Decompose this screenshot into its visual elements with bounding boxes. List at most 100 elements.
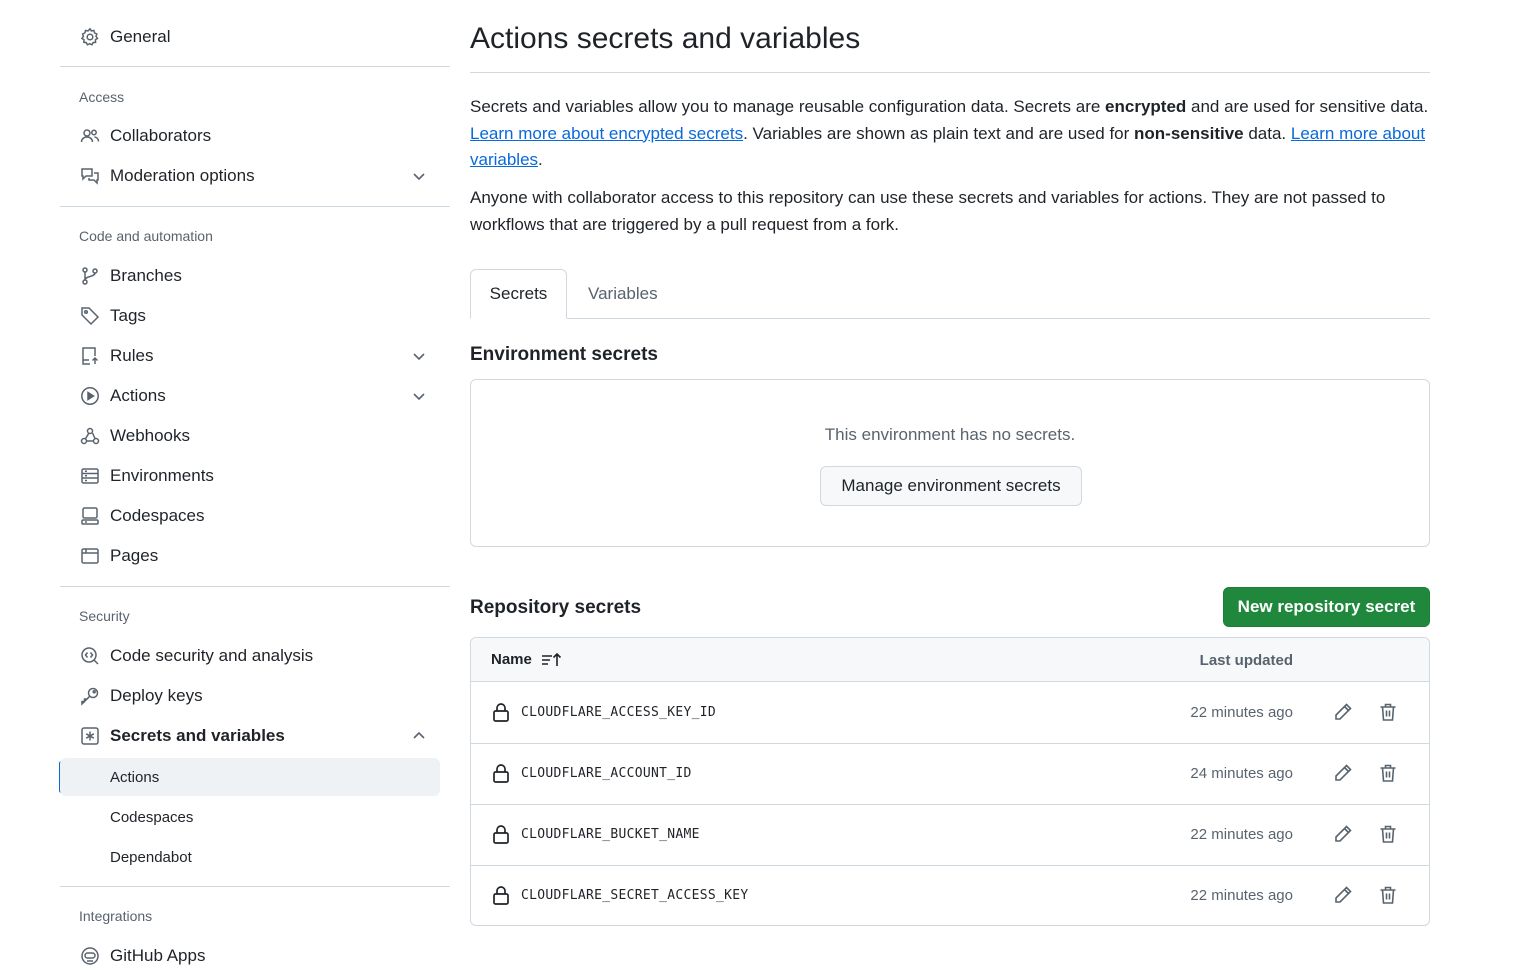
sidebar-item-label: Webhooks <box>110 426 191 445</box>
secret-name: CLOUDFLARE_SECRET_ACCESS_KEY <box>521 888 749 903</box>
sidebar-item-tags[interactable]: Tags <box>60 296 440 336</box>
sidebar-item-pages[interactable]: Pages <box>60 536 440 576</box>
gear-icon <box>79 26 101 48</box>
lock-icon <box>492 824 510 844</box>
sidebar-item-webhooks[interactable]: Webhooks <box>60 416 440 456</box>
sidebar-group-title: Security <box>79 608 130 624</box>
sidebar-item-label: Tags <box>110 306 146 325</box>
sidebar-item-label: Collaborators <box>110 126 212 145</box>
lock-icon <box>492 885 510 905</box>
page-title: Actions secrets and variables <box>470 22 861 55</box>
sidebar-item-label: Actions <box>110 386 166 405</box>
sort-asc-icon <box>532 652 563 668</box>
lock-icon <box>492 702 510 722</box>
title-divider <box>470 72 1430 73</box>
description-secrets: Secrets and variables allow you to manag… <box>470 94 1430 174</box>
pencil-icon[interactable] <box>1333 885 1353 905</box>
description-access: Anyone with collaborator access to this … <box>470 188 1386 234</box>
sidebar-item-label: Moderation options <box>110 166 255 185</box>
chevron-down-icon[interactable] <box>410 387 428 405</box>
hubot-icon <box>79 945 101 967</box>
table-row: CLOUDFLARE_SECRET_ACCESS_KEY 22 minutes a… <box>471 866 1429 925</box>
table-header: Name Last updated <box>471 638 1429 682</box>
asterisk-box-icon <box>79 725 101 747</box>
sidebar-group-title: Code and automation <box>79 228 213 244</box>
secret-last-updated: 22 minutes ago <box>1190 887 1293 904</box>
play-icon <box>79 385 101 407</box>
trash-icon[interactable] <box>1379 885 1397 905</box>
sidebar-group-title: Access <box>79 89 125 105</box>
sidebar-item-label: Environments <box>110 466 214 485</box>
sidebar-item-rules[interactable]: Rules <box>60 336 440 376</box>
secret-name: CLOUDFLARE_ACCOUNT_ID <box>521 766 692 781</box>
sidebar-item-label: Codespaces <box>110 506 205 525</box>
learn-more-secrets-link[interactable]: Learn more about encrypted secrets <box>470 124 743 143</box>
trash-icon[interactable] <box>1379 824 1397 844</box>
lock-icon <box>492 763 510 783</box>
sidebar-item-secrets-variables[interactable]: Secrets and variables <box>60 716 440 756</box>
repository-secrets-table: Name Last updated CLOUDFLARE_ACCESS_KEY_… <box>470 637 1430 926</box>
secret-name: CLOUDFLARE_ACCESS_KEY_ID <box>521 705 717 720</box>
sidebar-item-code-security[interactable]: Code security and analysis <box>60 636 440 676</box>
repo-push-icon <box>79 345 101 367</box>
sidebar-divider <box>60 66 450 67</box>
sidebar-item-label: Branches <box>110 266 182 285</box>
sidebar-item-label: General <box>110 27 171 46</box>
sidebar-item-github-apps[interactable]: GitHub Apps <box>60 936 440 967</box>
sidebar-item-label: Code security and analysis <box>110 646 314 665</box>
sidebar-item-general[interactable]: General <box>60 17 440 57</box>
tab-variables[interactable]: Variables <box>588 269 658 319</box>
trash-icon[interactable] <box>1379 702 1397 722</box>
desc-text: . <box>538 150 543 169</box>
environment-secrets-title: Environment secrets <box>470 344 658 365</box>
browser-icon <box>79 545 101 567</box>
chevron-up-icon[interactable] <box>410 727 428 745</box>
people-icon <box>79 125 101 147</box>
sidebar-item-codespaces[interactable]: Codespaces <box>60 496 440 536</box>
webhook-icon <box>79 425 101 447</box>
sidebar-item-branches[interactable]: Branches <box>60 256 440 296</box>
sidebar-item-label: Rules <box>110 346 154 365</box>
sidebar-item-collaborators[interactable]: Collaborators <box>60 116 440 156</box>
pencil-icon[interactable] <box>1333 824 1353 844</box>
sidebar-subitem-dependabot[interactable]: Dependabot <box>60 838 440 876</box>
table-row: CLOUDFLARE_BUCKET_NAME 22 minutes ago <box>471 805 1429 866</box>
sidebar-item-environments[interactable]: Environments <box>60 456 440 496</box>
pencil-icon[interactable] <box>1333 702 1353 722</box>
new-repository-secret-button[interactable]: New repository secret <box>1223 587 1430 627</box>
pencil-icon[interactable] <box>1333 763 1353 783</box>
secret-last-updated: 22 minutes ago <box>1190 704 1293 721</box>
codescan-icon <box>79 645 101 667</box>
comment-discussion-icon <box>79 165 101 187</box>
tab-secrets[interactable]: Secrets <box>470 269 567 319</box>
chevron-down-icon[interactable] <box>410 167 428 185</box>
table-row: CLOUDFLARE_ACCOUNT_ID 24 minutes ago <box>471 744 1429 805</box>
desc-text: . Variables are shown as plain text and … <box>743 123 1135 143</box>
last-updated-column-header: Last updated <box>1199 652 1293 669</box>
sidebar-item-moderation[interactable]: Moderation options <box>60 156 440 196</box>
settings-sidebar: General Access Collaborators Moderation … <box>59 0 450 967</box>
column-label: Name <box>491 651 532 668</box>
desc-bold: encrypted <box>1105 97 1187 116</box>
repository-secrets-title: Repository secrets <box>470 597 642 618</box>
sidebar-item-label: Secrets and variables <box>110 726 285 745</box>
name-column-header[interactable]: Name <box>491 651 563 668</box>
git-branch-icon <box>79 265 101 287</box>
desc-text: and are used for sensitive data. <box>1186 97 1429 116</box>
environment-secrets-box: This environment has no secrets. Manage … <box>470 379 1430 547</box>
empty-state-message: This environment has no secrets. <box>824 425 1076 444</box>
sidebar-subitem-actions[interactable]: Actions <box>60 758 440 796</box>
tag-icon <box>79 305 101 327</box>
secret-last-updated: 22 minutes ago <box>1190 826 1293 843</box>
sidebar-item-deploy-keys[interactable]: Deploy keys <box>60 676 440 716</box>
chevron-down-icon[interactable] <box>410 347 428 365</box>
secret-name: CLOUDFLARE_BUCKET_NAME <box>521 827 700 842</box>
sidebar-item-actions[interactable]: Actions <box>60 376 440 416</box>
sidebar-subitem-codespaces[interactable]: Codespaces <box>60 798 440 836</box>
desc-text: Secrets and variables allow you to manag… <box>470 97 1106 116</box>
manage-environment-secrets-button[interactable]: Manage environment secrets <box>820 466 1082 506</box>
trash-icon[interactable] <box>1379 763 1397 783</box>
sidebar-group-title: Integrations <box>79 908 153 924</box>
codespaces-icon <box>79 505 101 527</box>
sidebar-divider <box>60 206 450 207</box>
